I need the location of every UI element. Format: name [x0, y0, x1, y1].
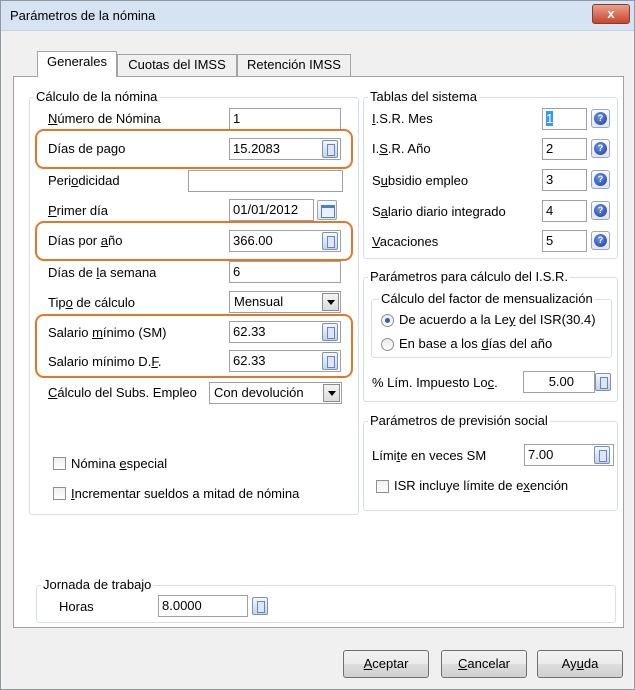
horas-field[interactable]: 8.0000: [158, 595, 248, 617]
ayuda-button[interactable]: Ayuda: [537, 650, 623, 678]
subs-empleo-value: Con devolución: [214, 385, 304, 400]
incrementar-sueldos-checkbox[interactable]: [53, 487, 66, 500]
salario-minimo-df-label: Salario mínimo D.F.: [48, 354, 162, 369]
primer-dia-label: Primer día: [48, 203, 108, 218]
subs-empleo-label: Cálculo del Subs. Empleo: [48, 385, 197, 400]
chevron-down-icon[interactable]: [323, 384, 340, 402]
tabla-vacaciones-field[interactable]: 5: [542, 230, 587, 252]
help-icon[interactable]: ?: [591, 201, 610, 220]
limite-veces-spin-icon[interactable]: [594, 446, 610, 464]
isr-limite-checkbox[interactable]: [376, 480, 389, 493]
tablas-sistema-legend: Tablas del sistema: [368, 89, 479, 104]
lim-impuesto-field[interactable]: 5.00: [523, 371, 595, 393]
nomina-especial-label: Nómina especial: [71, 456, 168, 471]
lim-impuesto-spin-icon[interactable]: [595, 373, 611, 391]
title-bar: Parámetros de la nómina x: [1, 1, 634, 31]
tipo-calculo-label: Tipo de cálculo: [48, 295, 135, 310]
tabla-sdi-field[interactable]: 4: [542, 200, 587, 222]
help-icon[interactable]: ?: [591, 109, 610, 128]
mensualizacion-legend: Cálculo del factor de mensualización: [379, 291, 595, 306]
jornada-legend: Jornada de trabajo: [41, 577, 154, 592]
radio-dias-anio-label: En base a los días del año: [399, 336, 553, 351]
radio-dias-anio[interactable]: [381, 338, 394, 351]
lim-impuesto-label: % Lím. Impuesto Loc.: [372, 375, 498, 390]
salario-minimo-df-spin-icon[interactable]: [322, 352, 338, 370]
prevision-social-group: [363, 421, 618, 511]
chevron-down-icon[interactable]: [322, 293, 339, 311]
tabla-subsidio-label: Subsidio empleo: [372, 173, 469, 188]
isr-limite-label: ISR incluye límite de exención: [394, 478, 569, 493]
periodicidad-field[interactable]: [188, 170, 343, 192]
cancelar-button[interactable]: Cancelar: [441, 650, 527, 678]
salario-minimo-spin-icon[interactable]: [322, 323, 338, 341]
radio-ley-isr-label: De acuerdo a la Ley del ISR(30.4): [399, 312, 596, 327]
help-icon[interactable]: ?: [591, 231, 610, 250]
tabla-vacaciones-label: Vacaciones: [372, 234, 439, 249]
radio-ley-isr[interactable]: [381, 314, 394, 327]
dias-pago-spin-icon[interactable]: [322, 140, 338, 158]
dialog-window: Parámetros de la nómina x Generales Cuot…: [0, 0, 635, 690]
dias-anio-spin-icon[interactable]: [322, 232, 338, 250]
salario-minimo-label: Salario mínimo (SM): [48, 325, 167, 340]
prevision-social-legend: Parámetros de previsión social: [368, 413, 550, 428]
incrementar-sueldos-label: Incrementar sueldos a mitad de nómina: [71, 486, 300, 501]
horas-label: Horas: [59, 599, 94, 614]
help-icon[interactable]: ?: [591, 170, 610, 189]
tab-generales[interactable]: Generales: [37, 51, 117, 77]
tipo-calculo-select[interactable]: Mensual: [229, 291, 341, 313]
dias-semana-field[interactable]: 6: [229, 261, 341, 283]
tab-cuotas-imss[interactable]: Cuotas del IMSS: [117, 54, 237, 76]
aceptar-button[interactable]: Aceptar: [343, 650, 429, 678]
tabla-isr-mes-label: I.S.R. Mes: [372, 111, 433, 126]
calculo-nomina-legend: Cálculo de la nómina: [34, 89, 160, 104]
subs-empleo-select[interactable]: Con devolución: [209, 382, 342, 404]
tabla-isr-mes-field[interactable]: 1: [542, 108, 587, 130]
numero-nomina-field[interactable]: 1: [229, 108, 341, 130]
limite-veces-label: Límite en veces SM: [372, 448, 487, 463]
periodicidad-label: Periodicidad: [48, 173, 120, 188]
tabla-isr-anio-label: I.S.R. Año: [372, 141, 431, 156]
tipo-calculo-value: Mensual: [234, 294, 284, 309]
window-title: Parámetros de la nómina: [10, 8, 156, 23]
dias-pago-label: Días de pago: [48, 141, 126, 156]
dias-anio-label: Días por año: [48, 233, 123, 248]
tabla-isr-mes-value: 1: [546, 111, 554, 126]
close-button[interactable]: x: [592, 4, 630, 24]
tabla-isr-anio-field[interactable]: 2: [542, 138, 587, 160]
numero-nomina-label: Número de Nómina: [48, 111, 161, 126]
tabla-sdi-label: Salario diario integrado: [372, 204, 506, 219]
nomina-especial-checkbox[interactable]: [53, 457, 66, 470]
primer-dia-field[interactable]: 01/01/2012: [229, 199, 314, 221]
horas-spin-icon[interactable]: [252, 597, 268, 615]
help-icon[interactable]: ?: [591, 139, 610, 158]
parametros-isr-legend: Parámetros para cálculo del I.S.R.: [368, 269, 570, 284]
dias-semana-label: Días de la semana: [48, 265, 157, 280]
calendar-icon[interactable]: [317, 200, 337, 220]
tab-retencion-imss[interactable]: Retención IMSS: [237, 54, 351, 76]
tabla-subsidio-field[interactable]: 3: [542, 169, 587, 191]
